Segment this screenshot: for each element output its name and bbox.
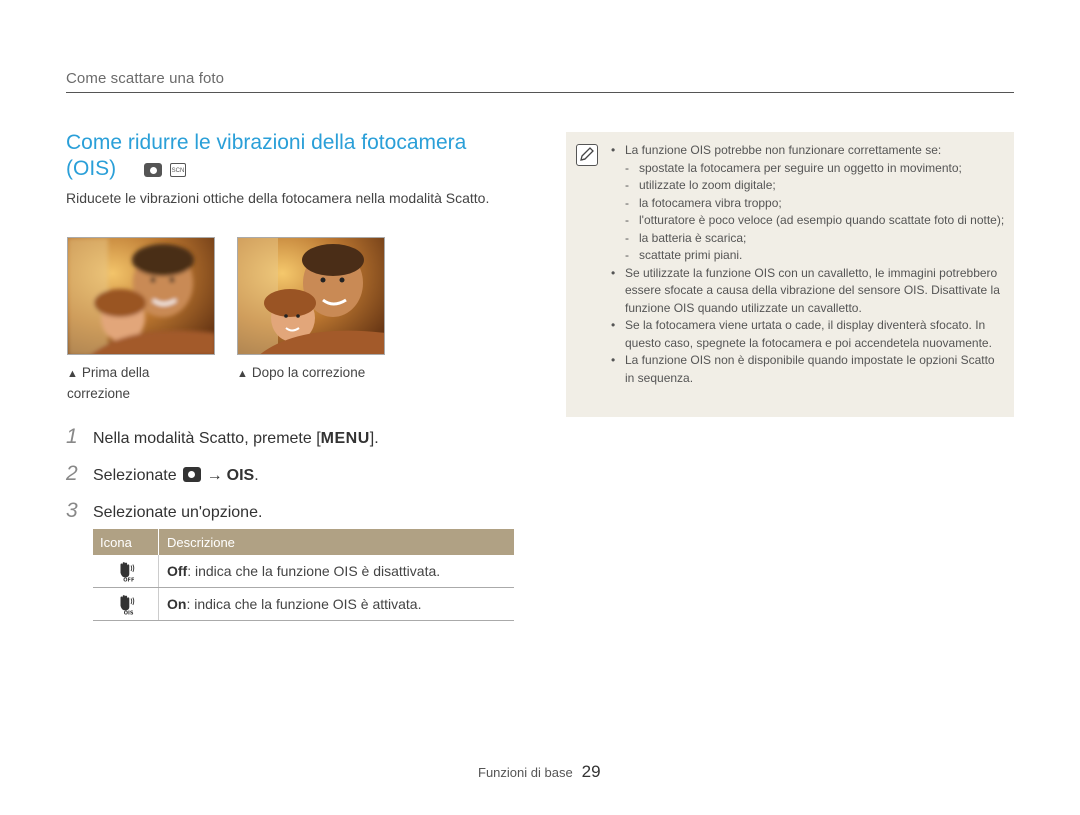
section-divider: [66, 92, 1014, 93]
note-bullet: La funzione OIS potrebbe non funzionare …: [611, 142, 1006, 160]
option-term: Off: [167, 563, 188, 579]
step-number: 3: [66, 499, 78, 522]
header-icon-col: Icona: [93, 529, 159, 555]
option-desc: : indica che la funzione OIS è disattiva…: [187, 563, 441, 579]
page-number: 29: [581, 762, 601, 781]
step-number: 2: [66, 462, 78, 485]
arrow-icon: →: [206, 467, 223, 484]
note-subitem: la fotocamera vibra troppo;: [611, 195, 1006, 213]
page-footer: Funzioni di base 29: [478, 762, 601, 782]
ois-off-hand-icon: OFF: [120, 562, 135, 582]
note-subitem: spostate la fotocamera per seguire un og…: [611, 160, 1006, 178]
triangle-marker-icon: ▲: [67, 368, 78, 380]
scene-mode-icon: SCN: [170, 163, 187, 177]
page-title-text: Come ridurre le vibrazioni della fotocam…: [66, 131, 467, 180]
footer-label: Funzioni di base: [478, 765, 573, 780]
triangle-marker-icon: ▲: [237, 368, 248, 380]
caption-text: Prima della correzione: [67, 365, 150, 401]
photo-before-correction: [67, 237, 215, 355]
section-title: Come scattare una foto: [66, 70, 225, 87]
camera-icon: [182, 467, 201, 482]
note-bullet: Se utilizzate la funzione OIS con un cav…: [611, 265, 1006, 318]
table-header: Icona Descrizione: [93, 529, 514, 555]
camera-program-icon: [144, 163, 163, 177]
option-term: On: [167, 596, 187, 612]
table-row: OIS On: indica che la funzione OIS è att…: [93, 588, 514, 621]
step-3: 3 Selezionate un'opzione.: [66, 499, 262, 523]
svg-text:OIS: OIS: [123, 611, 133, 615]
mode-icons: SCN: [144, 163, 187, 177]
note-subitem: l'otturatore è poco veloce (ad esempio q…: [611, 212, 1006, 230]
page-title: Come ridurre le vibrazioni della fotocam…: [66, 130, 506, 182]
step-1: 1 Nella modalità Scatto, premete [MENU].: [66, 425, 379, 449]
step-text: Selezionate → OIS.: [93, 467, 259, 484]
options-table: Icona Descrizione OFF Off: indica che la…: [93, 529, 514, 621]
step-text: Nella modalità Scatto, premete [MENU].: [93, 430, 379, 447]
photo-caption-before: ▲ Prima della correzione: [67, 363, 207, 403]
note-subitem: utilizzate lo zoom digitale;: [611, 177, 1006, 195]
ois-option-label: OIS: [226, 467, 255, 484]
intro-text: Riducete le vibrazioni ottiche della fot…: [66, 190, 490, 206]
step-number: 1: [66, 425, 78, 448]
ois-on-hand-icon: OIS: [120, 595, 134, 615]
table-row: OFF Off: indica che la funzione OIS è di…: [93, 555, 514, 588]
note-subitem: scattate primi piani.: [611, 247, 1006, 265]
note-bullet: Se la fotocamera viene urtata o cade, il…: [611, 317, 1006, 352]
header-desc-col: Descrizione: [167, 534, 235, 550]
note-subitem: la batteria è scarica;: [611, 230, 1006, 248]
note-box: La funzione OIS potrebbe non funzionare …: [566, 132, 1014, 417]
svg-text:OFF: OFF: [123, 578, 135, 582]
note-bullet: La funzione OIS non è disponibile quando…: [611, 352, 1006, 387]
caption-text: Dopo la correzione: [251, 365, 366, 380]
step-2: 2 Selezionate → OIS.: [66, 462, 259, 486]
step-text: Selezionate un'opzione.: [93, 504, 263, 521]
menu-key-label: MENU: [320, 430, 370, 447]
photo-after-correction: [237, 237, 385, 355]
note-content: La funzione OIS potrebbe non funzionare …: [611, 142, 1006, 387]
photo-caption-after: ▲ Dopo la correzione: [237, 363, 407, 384]
option-desc: : indica che la funzione OIS è attivata.: [186, 596, 422, 612]
note-pencil-icon: [576, 144, 598, 166]
